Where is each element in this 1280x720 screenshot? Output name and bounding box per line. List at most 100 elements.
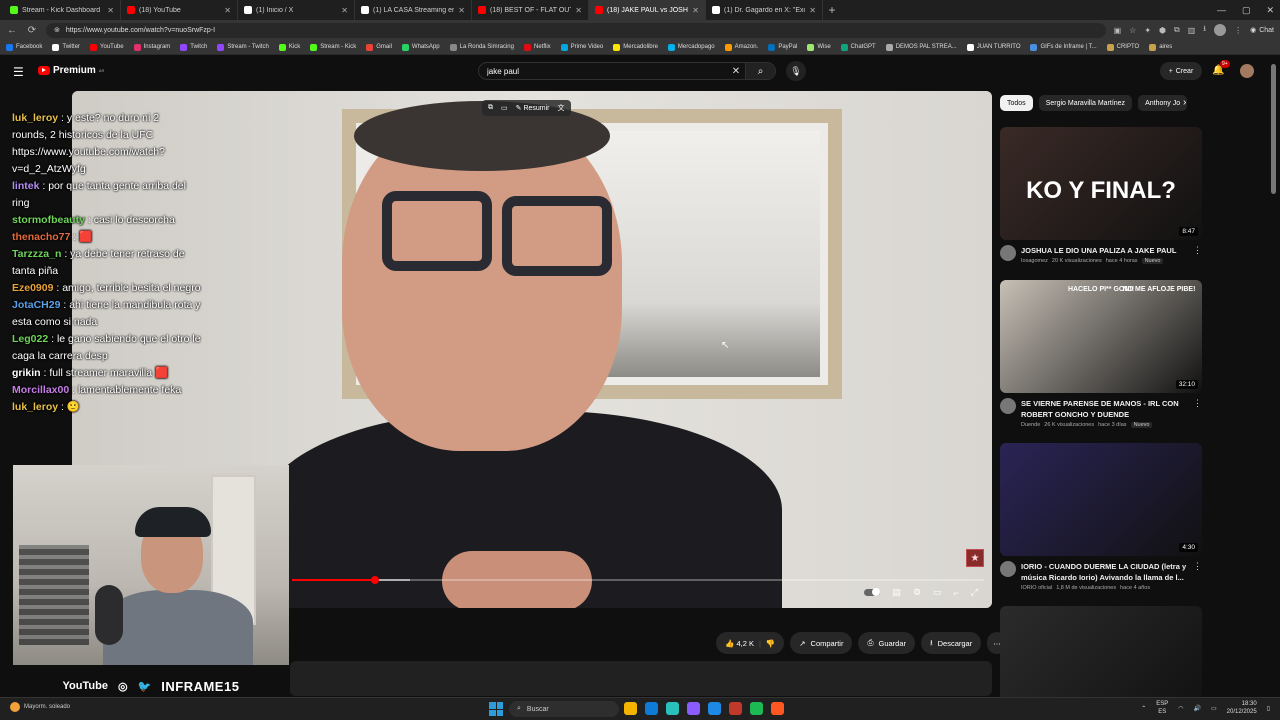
close-tab-icon[interactable]: ✕: [692, 6, 699, 15]
channel-avatar[interactable]: [1000, 245, 1016, 261]
taskbar-app-icon[interactable]: [771, 702, 784, 715]
site-info-icon[interactable]: ⊚: [54, 26, 60, 34]
clear-search-icon[interactable]: ✕: [727, 66, 745, 77]
bookmark-item[interactable]: Prime Video: [560, 43, 603, 51]
channel-name[interactable]: Duende: [1021, 422, 1040, 428]
bookmark-item[interactable]: YouTube: [90, 43, 124, 51]
scrubber-handle[interactable]: [371, 576, 380, 584]
dislike-button[interactable]: 👎: [766, 639, 775, 648]
channel-avatar[interactable]: [1000, 561, 1016, 577]
close-window-icon[interactable]: ✕: [1266, 5, 1274, 16]
channel-name[interactable]: Iosagomez: [1021, 258, 1048, 264]
channel-name[interactable]: IORIO oficial: [1021, 585, 1052, 591]
page-scrollbar[interactable]: [1270, 56, 1277, 696]
bookmark-item[interactable]: Stream - Kick: [310, 43, 356, 51]
filter-chip[interactable]: Anthony Jo: [1138, 95, 1188, 111]
bookmark-item[interactable]: ChatGPT: [840, 43, 876, 51]
bookmark-star-icon[interactable]: ☆: [1129, 26, 1136, 35]
close-tab-icon[interactable]: ✕: [341, 6, 348, 15]
fullscreen-icon[interactable]: ⤢: [971, 587, 978, 598]
bookmark-item[interactable]: La Ronda Simracing: [449, 43, 514, 51]
bookmark-item[interactable]: Twitter: [52, 43, 80, 51]
autoplay-toggle[interactable]: [864, 588, 881, 596]
hamburger-menu-icon[interactable]: ☰: [13, 65, 24, 79]
youtube-logo[interactable]: Premium AR: [38, 65, 104, 76]
extension-icon[interactable]: ⬢: [1159, 26, 1166, 35]
taskbar-app-icon[interactable]: [729, 702, 742, 715]
video-title[interactable]: IORIO - CUANDO DUERME LA CIUDAD (letra y…: [1021, 561, 1202, 583]
settings-gear-icon[interactable]: ⚙: [913, 587, 921, 598]
picture-in-picture-icon[interactable]: ⧉: [488, 104, 493, 112]
create-button[interactable]: + Crear: [1160, 62, 1202, 80]
account-avatar[interactable]: [1240, 64, 1254, 78]
channel-avatar[interactable]: [1000, 398, 1016, 414]
volume-icon[interactable]: 🔊: [1194, 705, 1201, 712]
puzzle-extensions-icon[interactable]: ⧉: [1174, 25, 1180, 35]
search-input[interactable]: [479, 66, 727, 76]
more-options-icon[interactable]: ⋮: [1193, 398, 1202, 409]
search-button[interactable]: ⌕: [745, 63, 775, 79]
close-tab-icon[interactable]: ✕: [107, 6, 114, 15]
browser-tab[interactable]: (1) Inicio / X ✕: [238, 0, 355, 20]
bookmark-item[interactable]: CRIPTO: [1106, 43, 1139, 51]
bookmark-item[interactable]: JUAN TURRITO: [966, 43, 1020, 51]
close-tab-icon[interactable]: ✕: [224, 6, 231, 15]
taskbar-search[interactable]: ⌕ Buscar: [509, 701, 619, 717]
miniplayer-icon[interactable]: ▭: [933, 587, 942, 598]
bookmark-item[interactable]: Stream - Twitch: [217, 43, 269, 51]
like-button[interactable]: 👍 4,2 K: [725, 639, 754, 648]
taskbar-app-icon[interactable]: [645, 702, 658, 715]
browser-tab[interactable]: (1) LA CASA Streaming en X: "Nad ✕: [355, 0, 472, 20]
more-menu-icon[interactable]: ⋮: [1234, 26, 1242, 35]
filter-chip[interactable]: Sergio Maravilla Martínez: [1038, 95, 1133, 111]
voice-search-mic-icon[interactable]: 🎙: [786, 61, 806, 81]
video-title[interactable]: JOSHUA LE DIO UNA PALIZA A JAKE PAUL: [1021, 245, 1176, 256]
more-options-icon[interactable]: ⋮: [1193, 561, 1202, 572]
browser-tab[interactable]: (18) JAKE PAUL vs JOSHUA? ✕: [589, 0, 706, 20]
taskbar-app-icon[interactable]: [624, 702, 637, 715]
weather-widget[interactable]: Mayorm. soleado: [10, 702, 70, 712]
more-options-icon[interactable]: ⋮: [1193, 245, 1202, 256]
summarize-button[interactable]: ✎ Resumir: [516, 104, 550, 112]
browser-tab[interactable]: (18) YouTube ✕: [121, 0, 238, 20]
wifi-icon[interactable]: ◠: [1178, 705, 1183, 712]
notifications-icon[interactable]: ▯: [1267, 705, 1270, 712]
browser-tab[interactable]: (18) BEST OF - FLAT OUT | WRC Ra ✕: [472, 0, 589, 20]
subtitles-icon[interactable]: ▤: [892, 587, 901, 598]
recommended-video[interactable]: KO Y FINAL? 8:47 JOSHUA LE DIO UNA PALIZA …: [1000, 127, 1202, 264]
windows-start-button[interactable]: [489, 702, 503, 716]
chat-button[interactable]: ◉ Chat: [1250, 26, 1274, 35]
video-progress-bar[interactable]: [292, 576, 984, 584]
tray-chevron-icon[interactable]: ⌃: [1141, 705, 1146, 712]
reload-icon[interactable]: ⟳: [26, 25, 38, 36]
new-tab-icon[interactable]: +: [823, 3, 841, 17]
chevron-right-icon[interactable]: ›: [1183, 97, 1186, 108]
profile-avatar[interactable]: [1214, 24, 1227, 36]
browser-tab[interactable]: Stream - Kick Dashboard ✕: [4, 0, 121, 20]
cast-icon[interactable]: ⌐: [954, 588, 959, 598]
screenshot-icon[interactable]: ▭: [501, 104, 508, 112]
back-icon[interactable]: ←: [6, 25, 18, 36]
bookmark-item[interactable]: Instagram: [133, 43, 170, 51]
bookmark-item[interactable]: Wise: [807, 43, 831, 51]
taskbar-app-icon[interactable]: [708, 702, 721, 715]
download-icon[interactable]: ⭳: [1203, 23, 1206, 37]
taskbar-app-icon[interactable]: [687, 702, 700, 715]
bookmark-item[interactable]: Mercadopago: [667, 43, 715, 51]
extension-icon[interactable]: ✦: [1144, 26, 1151, 35]
bookmark-item[interactable]: Kick: [278, 43, 300, 51]
bookmark-item[interactable]: WhatsApp: [401, 43, 440, 51]
close-tab-icon[interactable]: ✕: [809, 6, 816, 15]
recommended-video[interactable]: HACELO PI** GON!! NO ME AFLOJE PIBE! 32:10…: [1000, 280, 1202, 428]
bookmark-item[interactable]: aires: [1149, 43, 1172, 51]
bookmark-item[interactable]: PayPal: [768, 43, 797, 51]
sidebar-icon[interactable]: ▥: [1188, 26, 1196, 35]
bookmark-item[interactable]: Gmail: [366, 43, 392, 51]
battery-icon[interactable]: ▭: [1211, 705, 1217, 712]
taskbar-app-icon[interactable]: [750, 702, 763, 715]
bookmark-item[interactable]: Mercadolibre: [613, 43, 658, 51]
video-thumbnail[interactable]: 4:30: [1000, 443, 1202, 556]
video-thumbnail[interactable]: HACELO PI** GON!! NO ME AFLOJE PIBE! 32:10: [1000, 280, 1202, 393]
close-tab-icon[interactable]: ✕: [458, 6, 465, 15]
description-box[interactable]: [290, 661, 992, 696]
